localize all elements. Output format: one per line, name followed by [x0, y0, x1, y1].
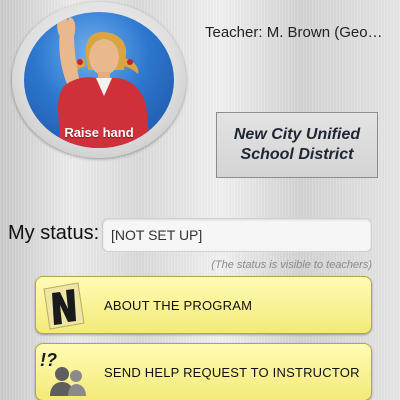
help-request-icon: !? [40, 350, 86, 396]
raise-hand-button[interactable]: Raise hand [12, 2, 186, 158]
raise-hand-face[interactable]: Raise hand [24, 12, 174, 148]
status-input[interactable] [102, 218, 372, 252]
school-district-box: New City Unified School District [216, 112, 378, 178]
svg-text:!?: !? [40, 350, 57, 370]
status-hint: (The status is visible to teachers) [211, 259, 372, 271]
district-line-2: School District [240, 146, 354, 163]
raise-hand-label: Raise hand [64, 125, 134, 140]
program-logo-icon [43, 282, 85, 330]
status-label: My status: [8, 222, 100, 244]
send-help-request-button[interactable]: !? SEND HELP REQUEST TO INSTRUCTOR [35, 343, 372, 400]
send-help-request-label: SEND HELP REQUEST TO INSTRUCTOR [104, 364, 360, 380]
district-line-1: New City Unified [233, 126, 361, 143]
about-program-label: ABOUT THE PROGRAM [104, 297, 253, 313]
teacher-name: Teacher: M. Brown (Geo… [205, 24, 383, 41]
about-program-button[interactable]: ABOUT THE PROGRAM [35, 276, 372, 334]
